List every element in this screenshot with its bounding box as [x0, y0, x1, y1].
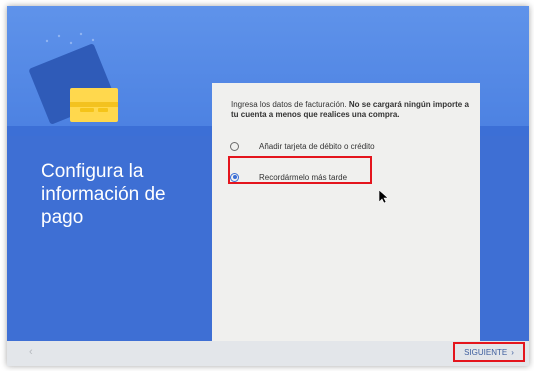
billing-description: Ingresa los datos de facturación. No se …	[231, 100, 471, 120]
next-button-label: SIGUIENTE	[464, 347, 508, 357]
radio-add-card[interactable]	[230, 141, 239, 151]
page-title: Configura la información de pago	[41, 161, 166, 228]
mouse-cursor-icon	[379, 190, 389, 204]
chevron-right-icon: ›	[511, 347, 514, 357]
description-text: Ingresa los datos de facturación.	[231, 100, 349, 109]
billing-panel: Ingresa los datos de facturación. No se …	[212, 83, 480, 341]
setup-window: Configura la información de pago Ingresa…	[7, 6, 529, 366]
option-add-card[interactable]: Añadir tarjeta de débito o crédito	[230, 138, 375, 154]
credit-card-icon	[70, 88, 118, 122]
option-add-card-label: Añadir tarjeta de débito o crédito	[259, 141, 375, 151]
footer-bar: ‹	[7, 341, 529, 366]
highlight-box	[228, 156, 372, 184]
chevron-left-icon[interactable]: ‹	[29, 346, 33, 358]
next-button[interactable]: SIGUIENTE ›	[453, 342, 525, 362]
